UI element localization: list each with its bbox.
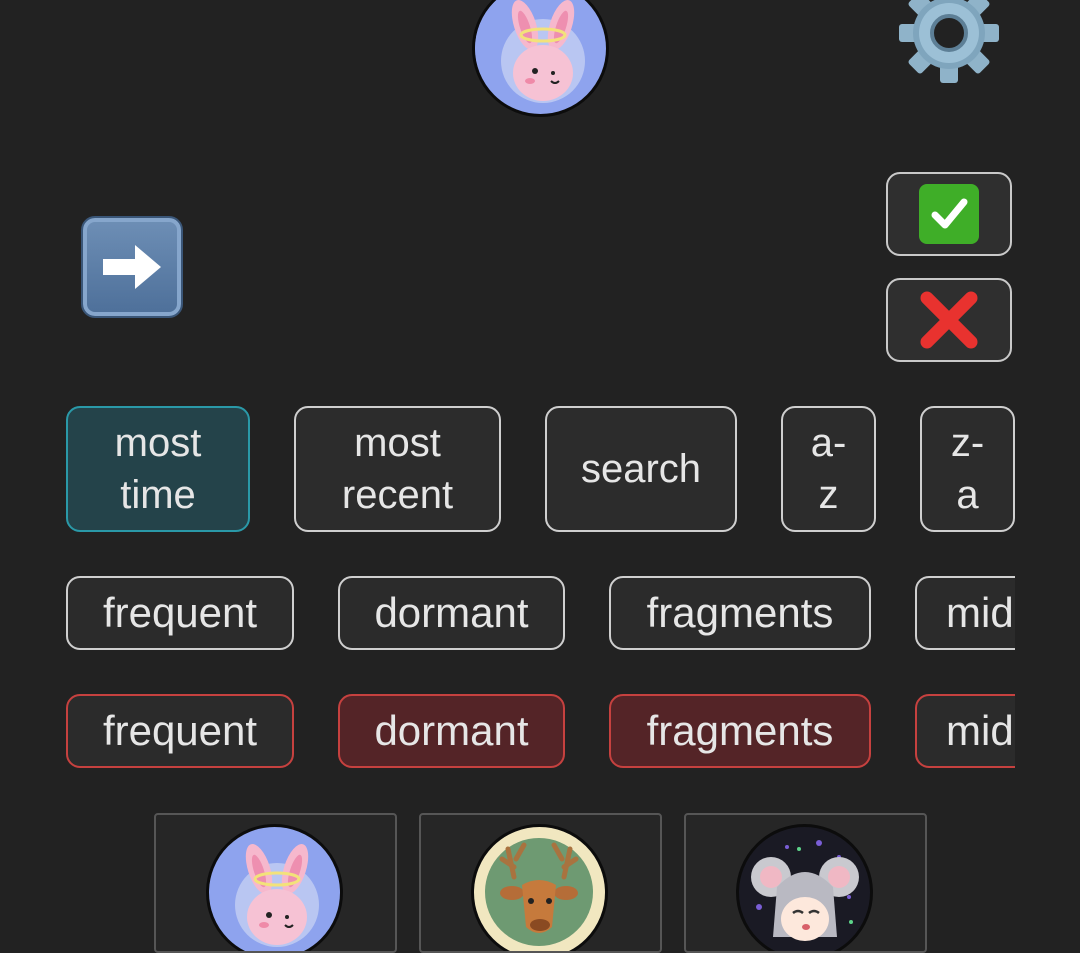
- sort-most-time-button[interactable]: most time: [66, 406, 250, 532]
- sort-most-recent-button[interactable]: most recent: [294, 406, 501, 532]
- exclude-chip-fragments[interactable]: fragments: [609, 694, 871, 768]
- go-button[interactable]: [81, 216, 183, 318]
- include-chip-mid[interactable]: mid: [915, 576, 1015, 650]
- angel-bunny-avatar-icon: [475, 0, 605, 113]
- sort-label-line2: recent: [341, 473, 454, 517]
- profile-card[interactable]: [684, 813, 927, 953]
- include-chip-frequent[interactable]: frequent: [66, 576, 294, 650]
- mouse-girl-avatar-icon: [736, 824, 873, 951]
- exclude-chip-mid[interactable]: mid: [915, 694, 1015, 768]
- cancel-button[interactable]: [886, 278, 1012, 362]
- profile-card[interactable]: [419, 813, 662, 953]
- exclude-chip-dormant[interactable]: dormant: [338, 694, 565, 768]
- settings-button[interactable]: [898, 0, 1000, 84]
- sort-a-z-button[interactable]: a- z: [781, 406, 876, 532]
- deer-avatar-icon: [471, 824, 608, 951]
- include-filter-row: frequent dormant fragments mid: [66, 576, 1015, 652]
- gear-icon: [899, 0, 999, 83]
- sort-label-line1: a-: [810, 421, 847, 465]
- include-chip-dormant[interactable]: dormant: [338, 576, 565, 650]
- exclude-chip-frequent[interactable]: frequent: [66, 694, 294, 768]
- confirm-button[interactable]: [886, 172, 1012, 256]
- sort-z-a-button[interactable]: z- a: [920, 406, 1015, 532]
- right-arrow-icon: [103, 245, 161, 289]
- include-chip-fragments[interactable]: fragments: [609, 576, 871, 650]
- exclude-filter-row: frequent dormant fragments mid: [66, 694, 1015, 770]
- sort-search-button[interactable]: search: [545, 406, 737, 532]
- cross-mark-icon: [920, 291, 978, 349]
- sort-label-line1: z-: [950, 421, 985, 465]
- sort-label-line2: a: [956, 473, 979, 517]
- sort-label-line2: z: [818, 473, 839, 517]
- sort-label-line1: most: [354, 421, 441, 465]
- profile-avatar[interactable]: [472, 0, 609, 117]
- sort-label-line1: search: [580, 447, 702, 491]
- check-mark-icon: [919, 184, 979, 244]
- angel-bunny-avatar-icon: [206, 824, 343, 951]
- sort-label-line2: time: [120, 473, 196, 517]
- sort-label-line1: most: [114, 421, 202, 465]
- profile-card[interactable]: [154, 813, 397, 953]
